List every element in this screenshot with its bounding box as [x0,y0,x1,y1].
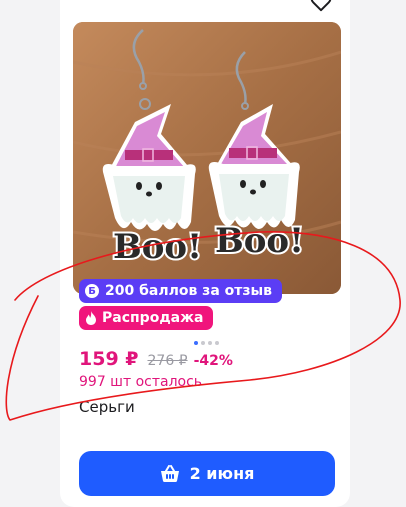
sale-badge: Распродажа [79,306,214,330]
svg-text:Boo!: Boo! [215,221,304,261]
price-row: 159 ₽ 276 ₽ -42% [79,348,233,370]
fire-icon [86,311,96,325]
heart-icon[interactable] [310,0,332,12]
sale-badge-label: Распродажа [102,310,204,326]
bonus-badge-label: 200 баллов за отзыв [105,283,273,299]
gallery-dot[interactable] [201,341,205,345]
stock-remaining: 997 шт осталось [79,374,203,390]
bonus-badge: Б 200 баллов за отзыв [79,279,283,303]
current-price: 159 ₽ [79,348,139,370]
discount-label: -42% [193,353,233,369]
gallery-dot[interactable] [194,341,198,345]
gallery-dot[interactable] [208,341,212,345]
product-title[interactable]: Серьги [79,398,135,416]
gallery-pagination [194,341,219,345]
svg-text:Boo!: Boo! [113,227,202,267]
delivery-date-label: 2 июня [189,464,255,483]
add-to-cart-button[interactable]: 2 июня [79,451,335,496]
product-photo[interactable]: Boo! Boo! [73,22,341,294]
old-price: 276 ₽ [147,353,188,369]
bonus-coin-icon: Б [85,284,99,298]
basket-icon [160,464,179,482]
gallery-dot[interactable] [215,341,219,345]
